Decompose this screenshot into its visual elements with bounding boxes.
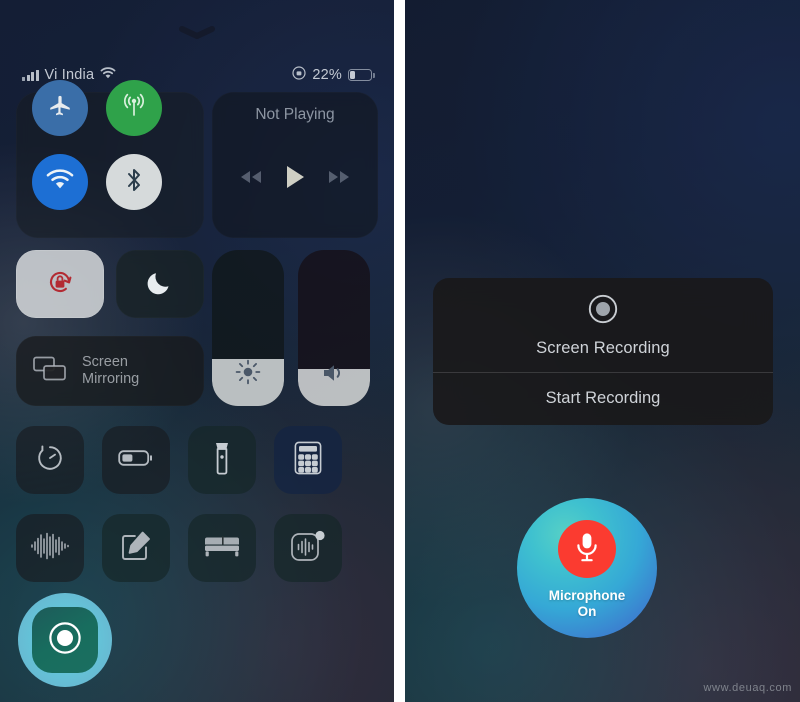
bluetooth-icon	[123, 166, 145, 199]
calculator-tile[interactable]	[274, 426, 342, 494]
brightness-icon	[235, 359, 261, 390]
right-screenshot-panel: Screen Recording Start Recording Microph…	[405, 0, 800, 702]
rewind-icon[interactable]	[238, 169, 264, 190]
airplane-icon	[47, 93, 73, 124]
screen-record-button-inner	[32, 607, 98, 673]
calculator-icon	[294, 441, 322, 480]
wifi-icon	[100, 67, 116, 83]
fast-forward-icon[interactable]	[326, 169, 352, 190]
chevron-down-icon[interactable]	[177, 26, 217, 40]
battery-icon	[118, 448, 154, 473]
sleep-mode-tile[interactable]	[188, 514, 256, 582]
moon-icon	[146, 268, 174, 301]
volume-slider[interactable]	[298, 250, 370, 406]
battery-icon	[348, 69, 375, 81]
signal-bars-icon	[22, 69, 39, 81]
screen-recording-sheet: Screen Recording Start Recording	[433, 278, 773, 425]
screen-mirroring-icon	[32, 354, 70, 389]
sound-recognition-tile[interactable]	[274, 514, 342, 582]
screen-recording-sheet-header: Screen Recording	[433, 278, 773, 372]
microphone-label: Microphone On	[548, 588, 626, 619]
panel-divider	[394, 0, 405, 702]
sound-recognition-icon	[290, 529, 326, 568]
cellular-data-button[interactable]	[106, 80, 162, 136]
left-screenshot-panel: Vi India 22% Not Playing Screen Mirrorin…	[0, 0, 394, 702]
microphone-button-circle	[558, 520, 616, 578]
wifi-button[interactable]	[32, 154, 88, 210]
screenshot-root: Vi India 22% Not Playing Screen Mirrorin…	[0, 0, 800, 702]
timer-tile[interactable]	[16, 426, 84, 494]
cellular-antenna-icon	[120, 93, 148, 124]
record-circle-icon	[48, 621, 82, 660]
flashlight-tile[interactable]	[188, 426, 256, 494]
now-playing-title: Not Playing	[255, 106, 335, 123]
bed-icon	[203, 533, 241, 564]
wifi-icon	[46, 168, 74, 196]
low-power-mode-tile[interactable]	[102, 426, 170, 494]
brightness-slider[interactable]	[212, 250, 284, 406]
screen-record-button[interactable]	[18, 593, 112, 687]
microphone-icon	[574, 531, 600, 568]
bluetooth-button[interactable]	[106, 154, 162, 210]
notes-tile[interactable]	[102, 514, 170, 582]
battery-percent-label: 22%	[312, 67, 342, 83]
now-playing-card[interactable]: Not Playing	[212, 92, 378, 238]
watermark: www.deuaq.com	[703, 682, 792, 694]
screen-recording-title: Screen Recording	[536, 339, 670, 357]
play-icon[interactable]	[284, 164, 306, 195]
connectivity-group	[16, 80, 204, 238]
waveform-icon	[30, 531, 70, 566]
voice-memos-tile[interactable]	[16, 514, 84, 582]
volume-icon	[320, 361, 348, 390]
record-circle-icon	[588, 294, 618, 329]
notes-pencil-icon	[120, 530, 152, 567]
flashlight-icon	[213, 441, 231, 480]
screen-mirroring-label: Screen Mirroring	[82, 354, 140, 387]
rotation-lock-button[interactable]	[16, 250, 104, 318]
rotation-lock-icon	[43, 265, 77, 304]
microphone-toggle[interactable]: Microphone On	[517, 498, 657, 638]
airplane-mode-button[interactable]	[32, 80, 88, 136]
screen-mirroring-button[interactable]: Screen Mirroring	[16, 336, 204, 406]
start-recording-button[interactable]: Start Recording	[433, 373, 773, 425]
rotation-lock-icon	[292, 66, 306, 84]
timer-icon	[34, 442, 66, 479]
do-not-disturb-button[interactable]	[116, 250, 204, 318]
